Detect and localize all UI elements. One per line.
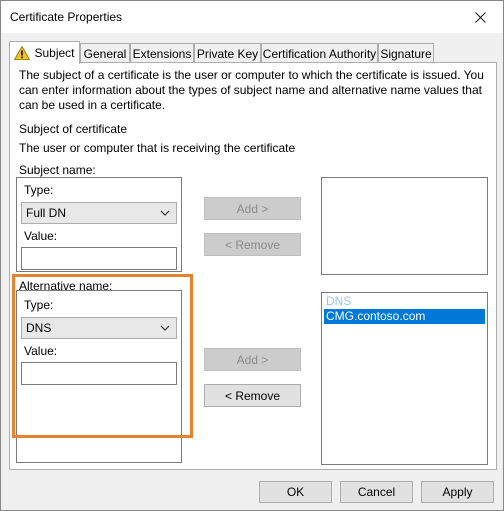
tab-private-key-label: Private Key — [196, 46, 259, 61]
subject-value-label: Value: — [24, 229, 58, 243]
tab-signature-label: Signature — [380, 46, 432, 61]
subject-name-list[interactable] — [321, 177, 488, 275]
alternative-remove-button[interactable]: < Remove — [204, 384, 301, 407]
list-item-header: DNS — [326, 294, 352, 308]
alternative-value-input[interactable] — [21, 362, 177, 385]
intro-text: The subject of a certificate is the user… — [19, 68, 484, 112]
subject-of-certificate-heading: Subject of certificate — [19, 122, 128, 136]
subject-tab-panel: The subject of a certificate is the user… — [9, 62, 497, 470]
close-button[interactable] — [457, 1, 503, 33]
close-icon — [474, 11, 486, 23]
tab-general-label: General — [83, 46, 127, 61]
window-title: Certificate Properties — [10, 10, 123, 24]
tab-subject[interactable]: Subject — [9, 41, 80, 64]
subject-name-label: Subject name: — [19, 163, 96, 177]
subject-value-input[interactable] — [21, 247, 177, 270]
alternative-type-select[interactable]: DNS — [21, 317, 177, 339]
alternative-add-button[interactable]: Add > — [204, 348, 301, 371]
warning-icon — [14, 46, 31, 60]
subject-add-button[interactable]: Add > — [204, 197, 301, 220]
subject-of-certificate-description: The user or computer that is receiving t… — [19, 141, 296, 155]
tab-extensions-label: Extensions — [132, 46, 192, 61]
subject-remove-button[interactable]: < Remove — [204, 233, 301, 256]
chevron-down-icon — [160, 210, 170, 216]
tab-private-key[interactable]: Private Key — [194, 43, 261, 63]
tab-subject-label: Subject — [34, 46, 75, 60]
certificate-properties-window: Certificate Properties Subject General E… — [0, 0, 504, 511]
subject-type-label: Type: — [24, 183, 54, 197]
ok-button[interactable]: OK — [259, 481, 332, 503]
tab-general[interactable]: General — [80, 43, 130, 63]
tab-certification-authority-label: Certification Authority — [262, 46, 377, 61]
alternative-value-label: Value: — [24, 344, 58, 358]
subject-type-select[interactable]: Full DN — [21, 202, 177, 224]
tab-bar: Subject General Extensions Private Key C… — [9, 41, 497, 64]
list-item[interactable]: CMG.contoso.com — [324, 309, 485, 324]
tab-signature[interactable]: Signature — [378, 43, 434, 63]
alternative-name-list[interactable]: DNS CMG.contoso.com — [321, 292, 488, 465]
apply-button[interactable]: Apply — [421, 481, 494, 503]
alternative-type-label: Type: — [24, 298, 54, 312]
cancel-button[interactable]: Cancel — [340, 481, 413, 503]
title-bar: Certificate Properties — [1, 1, 503, 33]
tab-extensions[interactable]: Extensions — [130, 43, 194, 63]
subject-type-value: Full DN — [26, 206, 67, 220]
chevron-down-icon — [160, 325, 170, 331]
alternative-type-value: DNS — [26, 321, 52, 335]
tab-certification-authority[interactable]: Certification Authority — [261, 43, 378, 63]
alternative-name-label: Alternative name: — [19, 279, 113, 293]
